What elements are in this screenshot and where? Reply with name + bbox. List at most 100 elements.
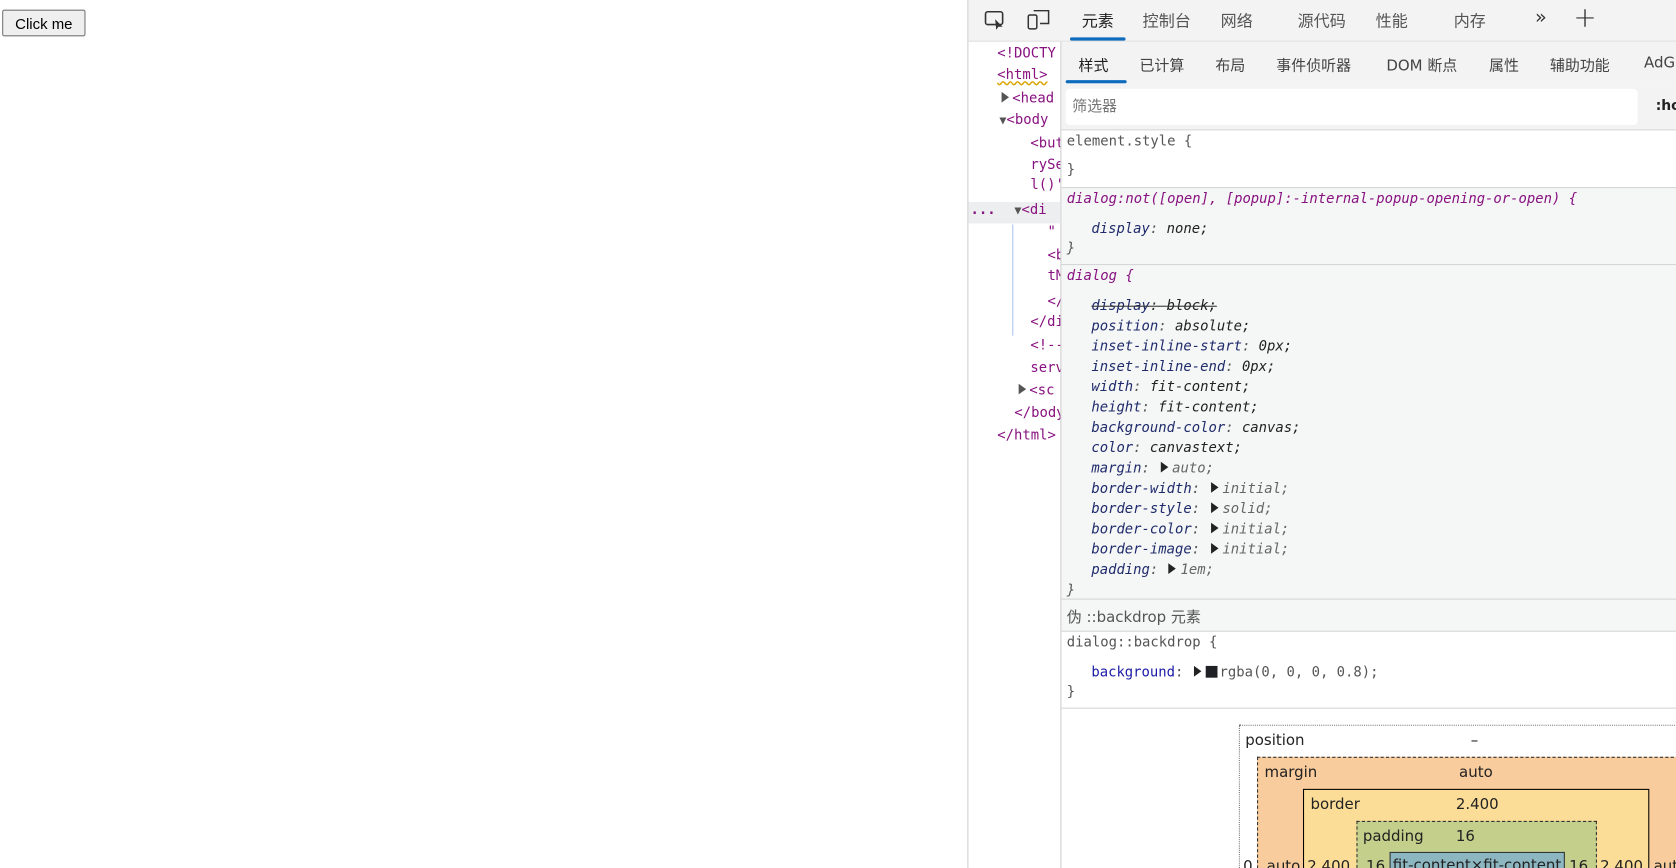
border-left-value[interactable]: 2.400	[1307, 858, 1350, 868]
content-size-value[interactable]: fit-content×fit-content	[1393, 857, 1562, 868]
tree-node[interactable]: ▼<body	[999, 112, 1048, 128]
sidebar-tabs: 样式 已计算 布局 事件侦听器 DOM 断点 属性 辅助功能 AdG	[1061, 41, 1676, 84]
padding-left-value[interactable]: 16	[1366, 858, 1385, 868]
css-declaration: width: fit-content;	[1091, 379, 1251, 396]
css-value: canvastext;	[1149, 440, 1242, 457]
margin-right-value[interactable]: auto	[1654, 858, 1676, 868]
node-actions-ellipsis[interactable]: ...	[971, 202, 996, 218]
styles-filter-input[interactable]	[1065, 88, 1638, 126]
css-property: display	[1091, 298, 1150, 315]
css-value: absolute;	[1175, 318, 1251, 335]
css-property: margin	[1091, 460, 1142, 477]
css-declaration: background: rgba(0, 0, 0, 0.8);	[1091, 664, 1379, 681]
margin-top-value[interactable]: auto	[1459, 764, 1493, 781]
devtools-toolbar: 元素 控制台 网络 源代码 性能 内存 » +	[968, 0, 1676, 42]
inspect-element-icon[interactable]	[984, 10, 1005, 30]
css-value: fit-content;	[1158, 399, 1259, 416]
add-tab-icon[interactable]: +	[1573, 2, 1596, 34]
tree-node[interactable]: <b	[1048, 248, 1061, 264]
border-right-value[interactable]: 2.400	[1600, 858, 1643, 868]
css-property: border-style	[1091, 501, 1192, 518]
styles-pane: 样式 已计算 布局 事件侦听器 DOM 断点 属性 辅助功能 AdG :ho e…	[1061, 41, 1676, 868]
css-property: padding	[1091, 562, 1150, 579]
padding-right-value[interactable]: 16	[1569, 858, 1588, 868]
tab-accessibility[interactable]: 辅助功能	[1550, 55, 1610, 76]
tab-network[interactable]: 网络	[1221, 10, 1253, 32]
css-declaration: border-style: solid;	[1091, 501, 1273, 518]
tab-performance[interactable]: 性能	[1376, 10, 1408, 32]
css-declaration: inset-inline-start: 0px;	[1091, 338, 1293, 355]
padding-top-value[interactable]: 16	[1456, 828, 1475, 845]
expand-triangle-icon[interactable]	[1018, 383, 1027, 395]
expand-triangle-icon[interactable]	[1210, 502, 1219, 514]
expand-triangle-icon[interactable]	[1210, 482, 1219, 493]
rule-dialog-not-open: dialog:not([open], [popup]:-internal-pop…	[1061, 187, 1676, 266]
tab-event-listeners[interactable]: 事件侦听器	[1276, 55, 1351, 76]
tab-dom-breakpoints[interactable]: DOM 断点	[1386, 55, 1457, 76]
rule-selector[interactable]: element.style {	[1067, 134, 1192, 150]
css-property: width	[1091, 379, 1134, 396]
tree-node[interactable]: <html>	[997, 67, 1047, 83]
tab-properties[interactable]: 属性	[1489, 55, 1519, 76]
tree-node: "	[1047, 224, 1056, 241]
tab-adg[interactable]: AdG	[1644, 55, 1675, 72]
css-declaration: background-color: canvas;	[1091, 420, 1301, 437]
expand-triangle-icon[interactable]	[1160, 461, 1168, 473]
tree-node-label: <head	[1012, 90, 1055, 107]
tree-node[interactable]: <head	[1001, 90, 1055, 107]
more-tabs-icon[interactable]: »	[1535, 6, 1547, 28]
expand-triangle-icon[interactable]	[1210, 543, 1219, 554]
tab-computed[interactable]: 已计算	[1139, 55, 1184, 76]
css-value: rgba(0, 0, 0, 0.8);	[1219, 664, 1379, 681]
css-property: height	[1091, 399, 1142, 416]
tab-styles[interactable]: 样式	[1079, 55, 1109, 76]
css-value: auto;	[1172, 460, 1215, 477]
tab-layout[interactable]: 布局	[1215, 55, 1245, 76]
tree-guide-line	[1012, 224, 1014, 336]
expand-triangle-icon[interactable]	[1193, 665, 1202, 677]
devtools-panel: 元素 控制台 网络 源代码 性能 内存 » + ... <!DOCTY <htm…	[967, 0, 1676, 868]
rule-close-brace: }	[1066, 162, 1076, 179]
box-model-diagram: position – 0 margin auto auto border 2.4…	[1061, 707, 1676, 868]
css-property: border-width	[1091, 481, 1192, 498]
tree-node-dialog[interactable]: ▼<di	[1014, 202, 1046, 218]
css-value: initial;	[1222, 521, 1290, 538]
rule-close-brace: }	[1066, 240, 1076, 257]
collapse-triangle-icon[interactable]: ▼	[999, 113, 1006, 127]
rule-close-brace: }	[1066, 582, 1076, 599]
tree-node[interactable]: <sc	[1018, 383, 1054, 399]
tab-console[interactable]: 控制台	[1143, 10, 1191, 32]
css-declaration: display: none;	[1091, 221, 1209, 238]
border-top-value[interactable]: 2.400	[1456, 796, 1499, 813]
tree-node: </html>	[997, 427, 1056, 444]
rule-selector: dialog {	[1066, 268, 1134, 285]
css-declaration: margin: auto;	[1091, 460, 1215, 477]
tab-memory[interactable]: 内存	[1454, 10, 1486, 32]
pseudo-element-header: 伪 ::backdrop 元素	[1061, 598, 1676, 632]
css-value: block;	[1166, 298, 1217, 315]
margin-left-value[interactable]: auto	[1267, 858, 1301, 868]
tab-elements[interactable]: 元素	[1082, 10, 1114, 32]
tree-node[interactable]: <but	[1030, 136, 1060, 152]
hover-state-toggle[interactable]: :ho	[1656, 98, 1676, 114]
collapse-triangle-icon[interactable]: ▼	[1014, 203, 1021, 217]
tab-sources[interactable]: 源代码	[1298, 10, 1346, 32]
tree-node[interactable]: <!DOCTY	[997, 46, 1056, 62]
expand-triangle-icon[interactable]	[1168, 563, 1177, 574]
rule-dialog-backdrop: dialog::backdrop { background: rgba(0, 0…	[1061, 630, 1676, 709]
click-me-button[interactable]: Click me	[2, 9, 86, 37]
device-toolbar-icon[interactable]	[1027, 9, 1051, 31]
position-left-value: 0	[1243, 858, 1253, 868]
css-value: solid;	[1222, 501, 1273, 518]
margin-label: margin	[1264, 764, 1318, 782]
css-value: initial;	[1222, 541, 1290, 558]
tree-node: </di	[1030, 314, 1062, 331]
css-property: background-color	[1091, 420, 1226, 437]
tree-node: serv	[1030, 360, 1062, 377]
css-declaration: display: block;	[1091, 298, 1217, 315]
expand-triangle-icon[interactable]	[1210, 522, 1219, 534]
color-swatch[interactable]	[1205, 665, 1218, 678]
css-property: color	[1091, 440, 1134, 457]
expand-triangle-icon[interactable]	[1001, 91, 1010, 103]
css-value: canvas;	[1241, 420, 1301, 437]
